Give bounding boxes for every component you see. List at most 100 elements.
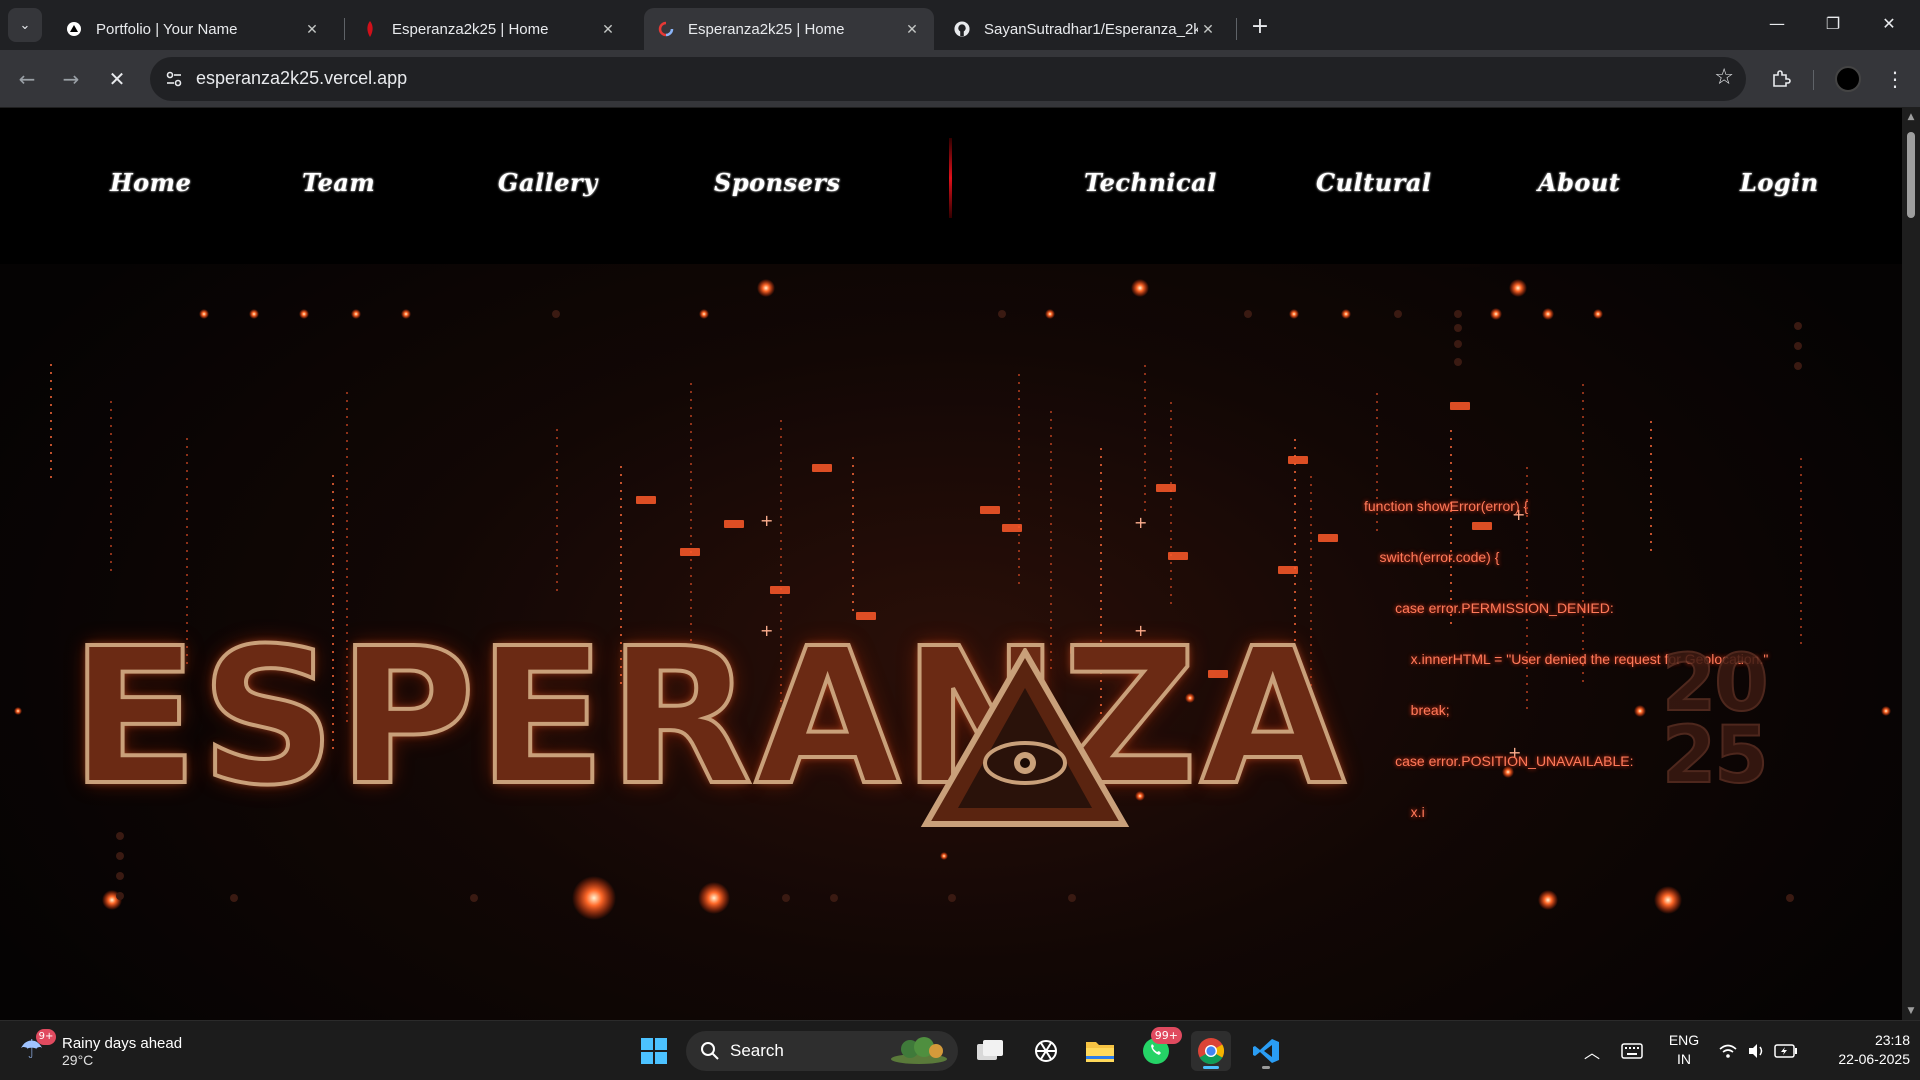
restore-button[interactable]: ❐ — [1810, 0, 1856, 46]
page-scrollbar[interactable]: ▲ ▼ — [1902, 108, 1920, 1020]
stream-dot — [780, 596, 782, 598]
close-tab-icon[interactable]: ✕ — [302, 19, 322, 39]
code-fragment — [1450, 402, 1470, 410]
stream-dot — [1170, 562, 1172, 564]
taskbar-search[interactable]: Search — [686, 1031, 958, 1071]
tab-search-button[interactable]: ⌄ — [8, 8, 42, 42]
site-info-button[interactable] — [158, 63, 190, 95]
touch-keyboard-button[interactable] — [1612, 1031, 1652, 1071]
stream-dot — [346, 464, 348, 466]
scroll-up-icon[interactable]: ▲ — [1906, 112, 1916, 122]
stream-dot — [1310, 492, 1312, 494]
address-bar[interactable]: esperanza2k25.vercel.app ☆ — [150, 57, 1746, 101]
stream-dot — [1100, 592, 1102, 594]
nav-about[interactable]: About — [1538, 168, 1620, 197]
glow-orb — [401, 309, 411, 319]
stream-dot — [1450, 454, 1452, 456]
stream-dot — [332, 555, 334, 557]
nav-home[interactable]: Home — [110, 168, 191, 197]
task-view-button[interactable] — [970, 1031, 1010, 1071]
tab-esperanza-active[interactable]: Esperanza2k25 | Home ✕ — [644, 8, 934, 50]
stream-dot — [1144, 429, 1146, 431]
nav-cultural[interactable]: Cultural — [1316, 168, 1432, 197]
stream-dot — [186, 598, 188, 600]
stream-dot — [620, 578, 622, 580]
nav-technical[interactable]: Technical — [1084, 168, 1217, 197]
nav-login[interactable]: Login — [1740, 168, 1819, 197]
nav-team[interactable]: Team — [302, 168, 375, 197]
scrollbar-thumb[interactable] — [1907, 132, 1915, 218]
stream-dot — [1144, 397, 1146, 399]
show-hidden-icons-button[interactable]: ︿ — [1572, 1031, 1612, 1071]
stop-loading-button[interactable]: ✕ — [100, 62, 134, 96]
stream-dot — [346, 440, 348, 442]
scroll-down-icon[interactable]: ▼ — [1906, 1006, 1916, 1016]
stream-dot — [780, 428, 782, 430]
file-explorer-button[interactable] — [1080, 1031, 1120, 1071]
stream-dot — [690, 535, 692, 537]
profile-avatar[interactable] — [1835, 66, 1861, 92]
stream-dot — [1050, 467, 1052, 469]
stream-dot — [1100, 456, 1102, 458]
weather-widget[interactable]: ☂ 9+ Rainy days ahead 29°C — [20, 1029, 182, 1073]
close-tab-icon[interactable]: ✕ — [598, 19, 618, 39]
year-bottom: 25 — [1661, 711, 1770, 801]
stream-dot — [1050, 539, 1052, 541]
stream-dot — [332, 603, 334, 605]
battery-button[interactable] — [1766, 1031, 1806, 1071]
whatsapp-button[interactable]: 99+ — [1136, 1027, 1182, 1071]
stream-dot — [346, 456, 348, 458]
wifi-icon — [1719, 1044, 1737, 1058]
stream-dot — [556, 517, 558, 519]
stream-dot — [186, 502, 188, 504]
stream-dot — [1294, 527, 1296, 529]
clock[interactable]: 23:18 22-06-2025 — [1812, 1031, 1910, 1069]
stream-dot — [1100, 560, 1102, 562]
menu-button[interactable]: ⋮ — [1878, 62, 1912, 96]
close-tab-icon[interactable]: ✕ — [1198, 19, 1218, 39]
tab-esperanza-1[interactable]: Esperanza2k25 | Home ✕ — [348, 8, 630, 50]
clock-date: 22-06-2025 — [1838, 1051, 1910, 1067]
close-tab-icon[interactable]: ✕ — [902, 19, 922, 39]
extensions-button[interactable] — [1764, 62, 1798, 96]
tab-github[interactable]: SayanSutradhar1/Esperanza_2k ✕ — [940, 8, 1230, 50]
vscode-button[interactable] — [1246, 1031, 1286, 1071]
stream-dot — [852, 593, 854, 595]
toolbar-divider — [1813, 70, 1814, 90]
stream-dot — [1650, 461, 1652, 463]
stream-dot — [332, 595, 334, 597]
stream-dot — [690, 439, 692, 441]
stream-dot — [1144, 373, 1146, 375]
stream-dot — [780, 476, 782, 478]
stream-dot — [186, 494, 188, 496]
stream-dot — [620, 570, 622, 572]
stream-dot — [1144, 501, 1146, 503]
stream-dot — [1170, 514, 1172, 516]
stream-dot — [332, 523, 334, 525]
stream-dot — [852, 561, 854, 563]
minimize-button[interactable]: — — [1754, 0, 1800, 46]
tab-portfolio[interactable]: Portfolio | Your Name ✕ — [52, 8, 334, 50]
forward-button[interactable]: → — [54, 62, 88, 96]
bookmark-star-icon[interactable]: ☆ — [1714, 65, 1734, 90]
back-button[interactable]: ← — [10, 62, 44, 96]
stream-dot — [780, 492, 782, 494]
close-window-button[interactable]: ✕ — [1866, 0, 1912, 46]
chrome-button[interactable] — [1191, 1031, 1231, 1071]
stream-dot — [1050, 451, 1052, 453]
stream-dot — [1310, 476, 1312, 478]
chatgpt-button[interactable] — [1026, 1031, 1066, 1071]
plus-icon: + — [1250, 13, 1270, 39]
stream-dot — [186, 534, 188, 536]
stream-dot — [852, 505, 854, 507]
nav-gallery[interactable]: Gallery — [498, 168, 598, 197]
new-tab-button[interactable]: + — [1246, 12, 1274, 40]
stream-dot — [1018, 382, 1020, 384]
language-indicator[interactable]: ENG IN — [1664, 1031, 1704, 1069]
faint-dot — [1454, 358, 1462, 366]
faint-dot — [998, 310, 1006, 318]
stream-dot — [620, 482, 622, 484]
start-button[interactable] — [634, 1031, 674, 1071]
stream-dot — [1018, 390, 1020, 392]
nav-sponsers[interactable]: Sponsers — [714, 168, 841, 197]
